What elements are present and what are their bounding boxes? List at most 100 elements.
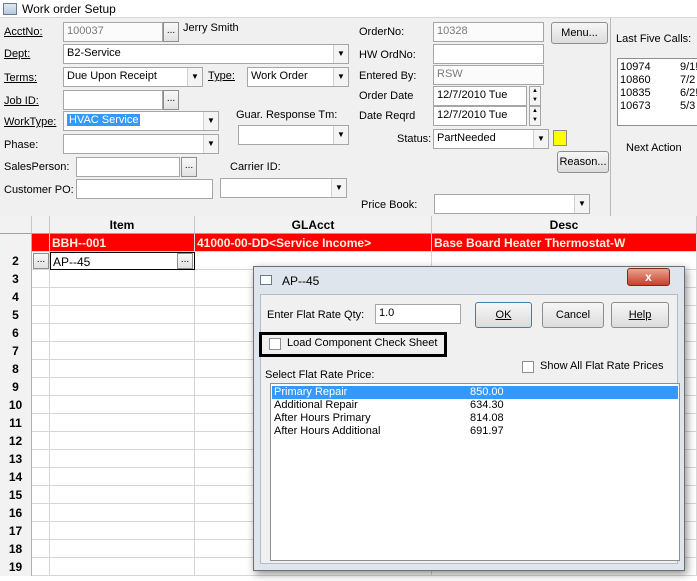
call-no[interactable]: 10673 bbox=[620, 100, 651, 112]
row-number[interactable]: 19 bbox=[0, 558, 32, 576]
grid-cell[interactable]: ... bbox=[32, 252, 50, 270]
grid-cell[interactable]: AP--45... bbox=[50, 252, 195, 270]
row-number[interactable]: 1 bbox=[0, 234, 32, 252]
grid-cell[interactable] bbox=[50, 288, 195, 306]
datereqd-field[interactable]: 12/7/2010 Tue bbox=[433, 106, 527, 126]
grid-cell[interactable] bbox=[50, 306, 195, 324]
grid-cell[interactable]: BBH--001 bbox=[50, 234, 195, 252]
flat-rate-price-list[interactable]: Primary Repair 850.00 Additional Repair 63… bbox=[270, 383, 680, 561]
call-date[interactable]: 7/2 bbox=[680, 74, 695, 86]
grid-header-glacct[interactable]: GLAcct bbox=[195, 216, 432, 234]
call-no[interactable]: 10974 bbox=[620, 61, 651, 73]
row-number[interactable]: 5 bbox=[0, 306, 32, 324]
salesperson-field[interactable] bbox=[76, 157, 180, 177]
close-icon[interactable]: x bbox=[627, 268, 670, 286]
grid-cell[interactable] bbox=[32, 288, 50, 306]
call-date[interactable]: 6/2! bbox=[680, 87, 697, 99]
spin-down-icon[interactable]: ▼ bbox=[530, 96, 540, 105]
grid-cell[interactable] bbox=[50, 504, 195, 522]
qty-field[interactable]: 1.0 bbox=[375, 304, 461, 324]
price-item[interactable]: After Hours Additional 691.97 bbox=[272, 425, 678, 438]
type-dropdown[interactable]: Work Order ▼ bbox=[247, 67, 349, 87]
grid-cell[interactable] bbox=[50, 360, 195, 378]
grid-cell[interactable] bbox=[50, 558, 195, 576]
menu-button[interactable]: Menu... bbox=[551, 22, 608, 44]
grid-cell[interactable] bbox=[50, 468, 195, 486]
row-number[interactable]: 8 bbox=[0, 360, 32, 378]
grid-cell[interactable]: Base Board Heater Thermostat-W bbox=[432, 234, 697, 252]
pricebook-dropdown[interactable]: ▼ bbox=[434, 194, 590, 214]
row-number[interactable]: 3 bbox=[0, 270, 32, 288]
row-number[interactable]: 18 bbox=[0, 540, 32, 558]
status-dropdown[interactable]: PartNeeded ▼ bbox=[433, 129, 549, 149]
grid-cell[interactable] bbox=[50, 414, 195, 432]
load-component-checkbox[interactable] bbox=[269, 338, 281, 350]
grid-cell[interactable] bbox=[50, 450, 195, 468]
grid-cell[interactable] bbox=[32, 378, 50, 396]
spin-up-icon[interactable]: ▲ bbox=[530, 107, 540, 116]
grid-cell[interactable] bbox=[50, 522, 195, 540]
carrier-dropdown[interactable]: ▼ bbox=[220, 178, 347, 198]
row-number[interactable]: 14 bbox=[0, 468, 32, 486]
acct-lookup-button[interactable]: ... bbox=[163, 22, 179, 42]
grid-cell[interactable] bbox=[32, 324, 50, 342]
acct-number-field[interactable]: 100037 bbox=[63, 22, 163, 42]
grid-cell[interactable] bbox=[50, 486, 195, 504]
spin-up-icon[interactable]: ▲ bbox=[530, 87, 540, 96]
grid-cell[interactable] bbox=[32, 342, 50, 360]
datereqd-spinner[interactable]: ▲ ▼ bbox=[529, 106, 541, 126]
row-number[interactable]: 13 bbox=[0, 450, 32, 468]
grid-cell[interactable] bbox=[32, 360, 50, 378]
orderdate-spinner[interactable]: ▲ ▼ bbox=[529, 86, 541, 106]
price-item[interactable]: After Hours Primary 814.08 bbox=[272, 412, 678, 425]
row-number[interactable]: 16 bbox=[0, 504, 32, 522]
grid-cell[interactable] bbox=[32, 486, 50, 504]
orderdate-field[interactable]: 12/7/2010 Tue bbox=[433, 86, 527, 106]
row-number[interactable]: 17 bbox=[0, 522, 32, 540]
call-date[interactable]: 9/1! bbox=[680, 61, 697, 73]
hwordno-field[interactable] bbox=[433, 44, 544, 64]
orderno-field[interactable]: 10328 bbox=[433, 22, 544, 42]
grid-cell[interactable] bbox=[32, 504, 50, 522]
grid-cell[interactable] bbox=[32, 270, 50, 288]
call-date[interactable]: 5/3 bbox=[680, 100, 695, 112]
customer-po-field[interactable] bbox=[76, 179, 213, 199]
grid-cell[interactable] bbox=[32, 306, 50, 324]
grid-cell[interactable] bbox=[50, 396, 195, 414]
item-edit-value[interactable]: AP--45 bbox=[53, 255, 90, 269]
row-number[interactable]: 7 bbox=[0, 342, 32, 360]
grid-cell[interactable] bbox=[32, 414, 50, 432]
ok-button[interactable]: OK bbox=[475, 302, 532, 328]
jobid-lookup-button[interactable]: ... bbox=[163, 90, 179, 110]
grid-cell[interactable] bbox=[50, 378, 195, 396]
guar-response-dropdown[interactable]: ▼ bbox=[238, 125, 349, 145]
grid-cell[interactable] bbox=[50, 342, 195, 360]
grid-cell[interactable] bbox=[50, 324, 195, 342]
row-number[interactable]: 15 bbox=[0, 486, 32, 504]
salesperson-lookup-button[interactable]: ... bbox=[181, 157, 197, 177]
call-no[interactable]: 10860 bbox=[620, 74, 651, 86]
show-all-prices-checkbox[interactable] bbox=[522, 361, 534, 373]
grid-header-desc[interactable]: Desc bbox=[432, 216, 697, 234]
row-lookup-button[interactable]: ... bbox=[33, 253, 49, 269]
worktype-dropdown[interactable]: HVAC Service ▼ bbox=[63, 111, 219, 131]
grid-header-item[interactable]: Item bbox=[50, 216, 195, 234]
grid-cell[interactable] bbox=[32, 450, 50, 468]
row-number[interactable]: 12 bbox=[0, 432, 32, 450]
grid-cell[interactable] bbox=[32, 558, 50, 576]
jobid-field[interactable] bbox=[63, 90, 163, 110]
grid-cell[interactable] bbox=[50, 540, 195, 558]
row-number[interactable]: 9 bbox=[0, 378, 32, 396]
reason-button[interactable]: Reason... bbox=[557, 151, 609, 173]
grid-cell[interactable] bbox=[50, 432, 195, 450]
item-lookup-button[interactable]: ... bbox=[177, 253, 193, 269]
row-number[interactable]: 10 bbox=[0, 396, 32, 414]
grid-cell[interactable] bbox=[32, 540, 50, 558]
row-number[interactable]: 11 bbox=[0, 414, 32, 432]
grid-cell[interactable] bbox=[32, 522, 50, 540]
terms-dropdown[interactable]: Due Upon Receipt ▼ bbox=[63, 67, 203, 87]
phase-dropdown[interactable]: ▼ bbox=[63, 134, 219, 154]
price-item[interactable]: Additional Repair 634.30 bbox=[272, 399, 678, 412]
grid-cell[interactable] bbox=[32, 396, 50, 414]
grid-cell[interactable]: 41000-00-DD<Service Income> bbox=[195, 234, 432, 252]
